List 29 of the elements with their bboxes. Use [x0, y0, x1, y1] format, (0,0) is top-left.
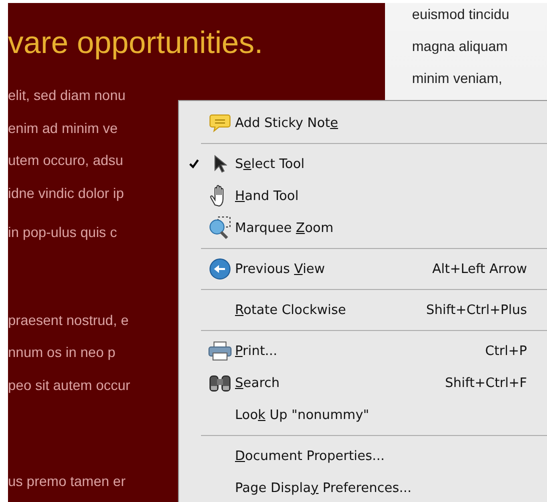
note-icon	[209, 113, 231, 133]
menu-item[interactable]: Select Tool	[179, 148, 547, 180]
text-line: in pop-ulus quis c	[8, 223, 117, 242]
menu-item[interactable]: Marquee Zoom	[179, 212, 547, 244]
text-line: nnum os in neo p	[8, 343, 116, 362]
cursor-icon	[213, 155, 227, 173]
text-line: minim veniam,	[412, 69, 502, 88]
menu-item[interactable]: Rotate Clockwise Shift+Ctrl+Plus	[179, 294, 547, 326]
text-line: magna aliquam	[412, 37, 508, 56]
menu-item[interactable]: Look Up "nonummy"	[179, 399, 547, 431]
binoculars-icon	[208, 373, 232, 393]
menu-item[interactable]: Hand Tool	[179, 180, 547, 212]
text-line: enim ad minim ve	[8, 118, 118, 138]
text-line: utem occuro, adsu	[8, 151, 124, 170]
menu-item[interactable]: Previous View Alt+Left Arrow	[179, 253, 547, 285]
magnifier-icon	[208, 216, 232, 240]
text-line: praesent nostrud, e	[8, 310, 129, 330]
text-line: idne vindic dolor ip	[8, 184, 124, 203]
text-line: peo sit autem occur	[8, 376, 130, 395]
menu-item[interactable]: Add Sticky Note	[179, 107, 547, 139]
menu-item[interactable]: Search Shift+Ctrl+F	[179, 367, 547, 399]
menu-item[interactable]: Print... Ctrl+P	[179, 335, 547, 367]
menu-item[interactable]: Document Properties...	[179, 440, 547, 472]
text-line: elit, sed diam nonu	[8, 86, 126, 105]
printer-icon	[208, 341, 232, 361]
text-line: us premo tamen er	[8, 472, 126, 491]
page-heading: vare opportunities.	[8, 24, 264, 62]
menu-item[interactable]: Page Display Preferences...	[179, 472, 547, 502]
text-line: euismod tincidu	[412, 5, 510, 24]
